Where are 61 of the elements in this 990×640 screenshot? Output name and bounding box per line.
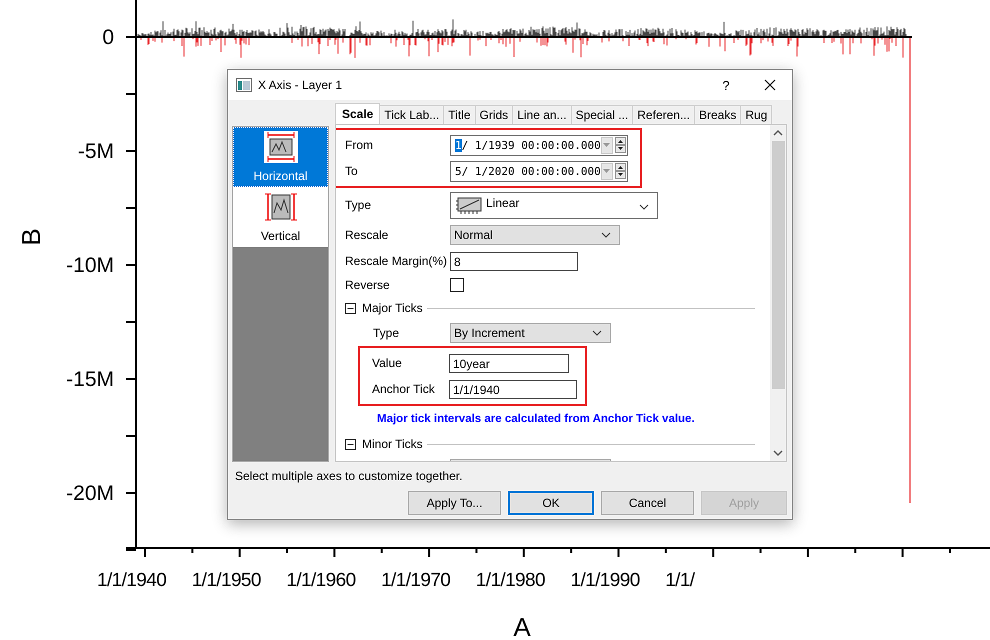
x-tick-label: 1/1/1970: [381, 570, 450, 591]
tab[interactable]: Scale: [335, 103, 380, 124]
collapse-icon[interactable]: [345, 438, 356, 450]
axis-item[interactable]: Vertical: [233, 187, 328, 247]
field-label: Rescale Margin(%): [345, 254, 448, 268]
field-label: To: [345, 164, 359, 178]
linear-scale-icon: [455, 196, 483, 216]
close-icon: [764, 79, 776, 91]
text-field[interactable]: 10year: [449, 354, 569, 372]
x-tick-label: 1/1/1960: [286, 570, 356, 591]
field-label: Reverse: [345, 278, 391, 292]
field-label: Anchor Tick: [372, 382, 436, 396]
field-label: Type: [373, 326, 400, 340]
x-tick-label: 1/1/1990: [570, 570, 640, 591]
datetime-field[interactable]: 1/ 1/1939 00:00:00.000: [450, 134, 628, 156]
dialog-button[interactable]: Apply To...: [408, 491, 501, 515]
axis-item[interactable]: Horizontal: [233, 127, 328, 187]
scrollbar[interactable]: [770, 125, 786, 461]
y-axis-title: B: [16, 228, 46, 246]
vertical-axis-icon: [264, 191, 298, 223]
x-tick-label: 1/1/1950: [192, 570, 261, 591]
x-tick-label: 1/1/: [665, 570, 694, 591]
dialog-button[interactable]: Cancel: [601, 491, 694, 515]
x-tick-label: 1/1/1980: [476, 570, 545, 591]
field-label: Value: [372, 356, 403, 370]
checkbox[interactable]: [450, 278, 464, 292]
y-tick-label: -20M: [66, 482, 114, 505]
dropdown[interactable]: Normal: [450, 225, 620, 245]
x-tick-label: 1/1/1940: [97, 570, 166, 591]
field-label: Rescale: [345, 228, 390, 242]
spin-buttons[interactable]: [615, 137, 626, 153]
tab[interactable]: Special ...: [570, 105, 634, 124]
section-title: Major Ticks: [362, 301, 423, 315]
dropdown[interactable]: By Increment: [450, 323, 611, 343]
y-tick-label: -15M: [66, 368, 114, 391]
scroll-up-icon[interactable]: [773, 130, 783, 136]
text-field[interactable]: 8: [450, 252, 578, 270]
y-tick-label: -10M: [66, 254, 114, 277]
section-title: Minor Ticks: [362, 437, 423, 451]
tab[interactable]: Rug: [740, 105, 772, 124]
help-button[interactable]: ?: [704, 70, 748, 100]
status-text: Select multiple axes to customize together.: [235, 469, 464, 483]
scroll-down-icon[interactable]: [773, 450, 783, 456]
type-dropdown[interactable]: Linear: [450, 192, 658, 218]
window-icon: [236, 78, 252, 92]
collapse-icon[interactable]: [345, 302, 356, 314]
info-note: Major tick intervals are calculated from Anchor Tick value.: [377, 413, 695, 425]
text-field[interactable]: 1/1/1940: [449, 380, 577, 398]
y-tick-label: -5M: [78, 140, 114, 163]
x-axis-title: A: [513, 612, 531, 640]
field-label: From: [345, 138, 374, 152]
field-label: Type: [345, 198, 372, 212]
chevron-down-icon: [601, 232, 611, 238]
spin-buttons[interactable]: [615, 163, 626, 179]
horizontal-axis-icon: [264, 131, 298, 163]
datetime-field[interactable]: 5/ 1/2020 00:00:00.000: [450, 160, 628, 182]
chevron-down-icon: [639, 204, 649, 210]
y-tick-label: 0: [102, 26, 114, 49]
chevron-down-icon: [592, 330, 602, 336]
dialog-button[interactable]: OK: [508, 491, 594, 515]
window-title: X Axis - Layer 1: [258, 78, 344, 92]
